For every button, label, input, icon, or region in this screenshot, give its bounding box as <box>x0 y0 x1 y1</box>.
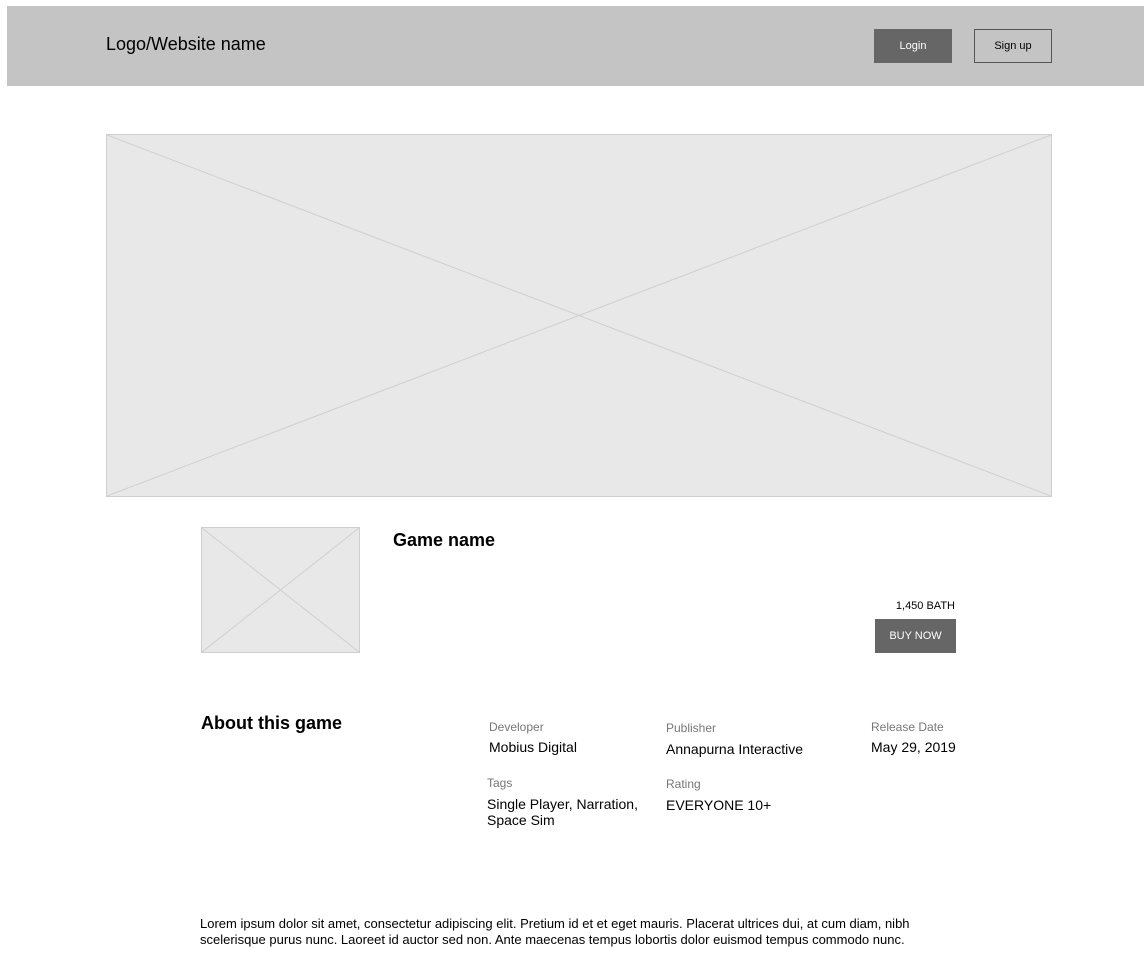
signup-button[interactable]: Sign up <box>974 29 1052 63</box>
buy-now-button[interactable]: BUY NOW <box>875 619 956 653</box>
developer-value: Mobius Digital <box>489 739 577 755</box>
site-logo[interactable]: Logo/Website name <box>106 34 266 55</box>
placeholder-cross-icon <box>107 135 1051 496</box>
hero-image-placeholder <box>106 134 1052 497</box>
tags-value-line2: Space Sim <box>487 812 555 828</box>
site-header: Logo/Website name Login Sign up <box>7 6 1144 86</box>
login-button[interactable]: Login <box>874 29 952 63</box>
publisher-label: Publisher <box>666 721 717 735</box>
about-section-title: About this game <box>201 713 343 733</box>
release-date-label: Release Date <box>871 720 944 734</box>
game-thumbnail-placeholder <box>201 527 360 653</box>
placeholder-cross-icon <box>202 528 359 652</box>
publisher-value: Annapurna Interactive <box>666 741 803 757</box>
developer-label: Developer <box>489 720 544 734</box>
rating-value: EVERYONE 10+ <box>666 797 772 813</box>
release-date-value: May 29, 2019 <box>871 739 956 755</box>
game-description: Lorem ipsum dolor sit amet, consectetur … <box>200 916 910 947</box>
game-price: 1,450 BATH <box>895 600 955 612</box>
rating-label: Rating <box>666 777 701 791</box>
tags-label: Tags <box>487 776 513 790</box>
game-title: Game name <box>393 530 496 550</box>
tags-value-line1: Single Player, Narration, <box>487 796 638 812</box>
